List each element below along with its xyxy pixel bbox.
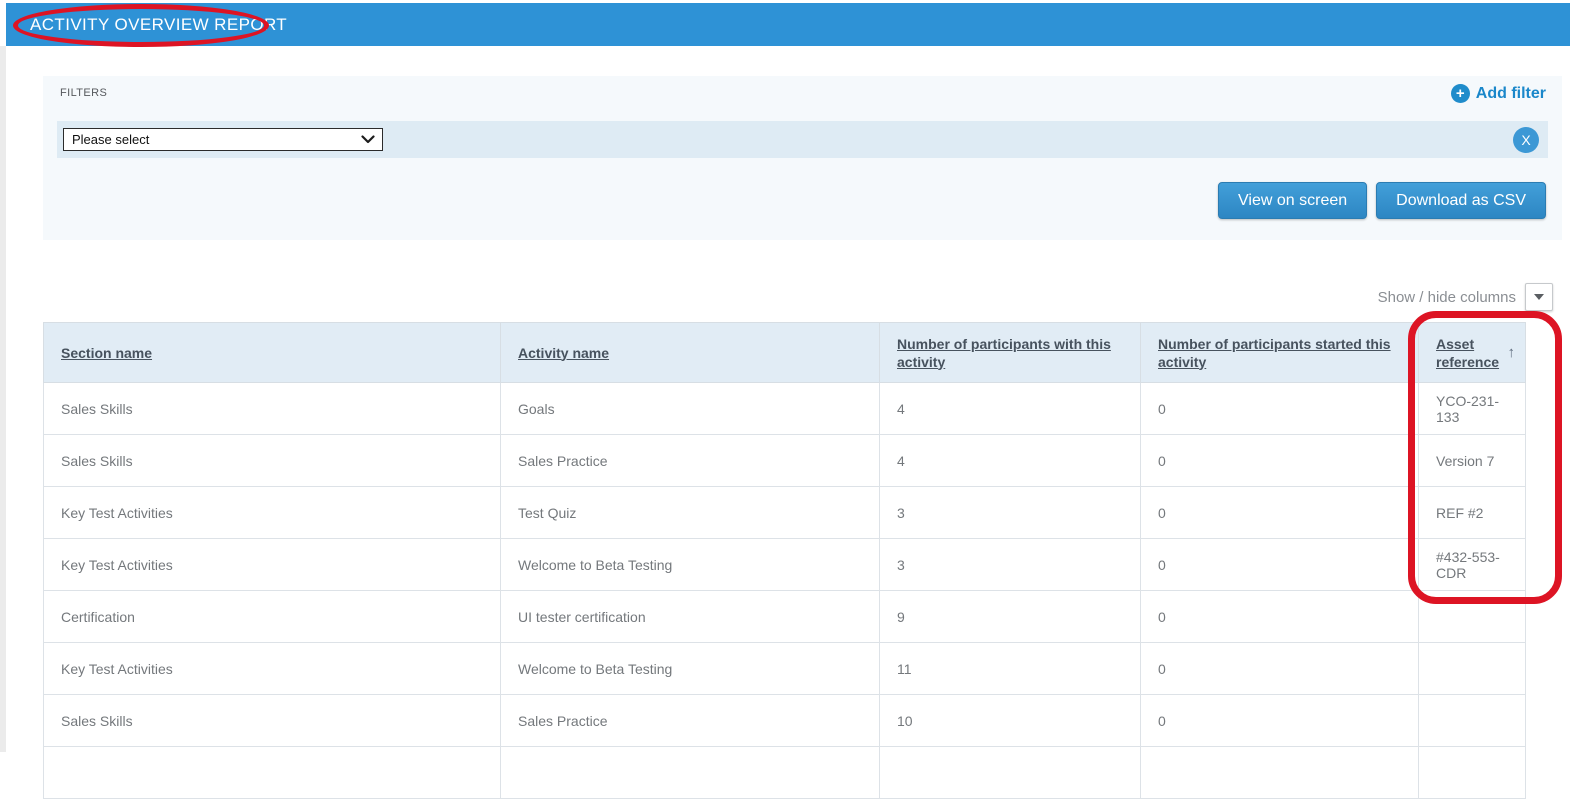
cell-participants-with: 4 (880, 383, 1141, 435)
show-hide-columns-dropdown[interactable] (1525, 283, 1553, 311)
add-filter-label: Add filter (1476, 85, 1546, 103)
cell-section-name: Key Test Activities (44, 487, 501, 539)
cell-section-name: Key Test Activities (44, 539, 501, 591)
cell-section-name (44, 747, 501, 799)
table-row: Key Test Activities Test Quiz 3 0 REF #2 (44, 487, 1526, 539)
cell-activity-name: UI tester certification (501, 591, 880, 643)
table-row: Certification UI tester certification 9 … (44, 591, 1526, 643)
cell-asset-reference (1419, 695, 1526, 747)
cell-participants-with: 3 (880, 487, 1141, 539)
activity-report-table: Section name Activity name Number of par… (43, 322, 1526, 799)
report-header-bar: ACTIVITY OVERVIEW REPORT (6, 3, 1570, 46)
filter-row: Please select X (57, 121, 1548, 158)
page-left-edge (0, 46, 6, 752)
column-header-section-name[interactable]: Section name (44, 323, 501, 383)
cell-participants-started: 0 (1141, 383, 1419, 435)
view-on-screen-button[interactable]: View on screen (1218, 182, 1367, 219)
table-body: Sales Skills Goals 4 0 YCO-231-133 Sales… (44, 383, 1526, 799)
cell-activity-name: Sales Practice (501, 695, 880, 747)
add-filter-button[interactable]: + Add filter (1451, 84, 1546, 103)
cell-activity-name: Goals (501, 383, 880, 435)
table-row: Sales Skills Goals 4 0 YCO-231-133 (44, 383, 1526, 435)
cell-asset-reference (1419, 747, 1526, 799)
table-row: Sales Skills Sales Practice 10 0 (44, 695, 1526, 747)
cell-activity-name: Welcome to Beta Testing (501, 539, 880, 591)
cell-asset-reference: REF #2 (1419, 487, 1526, 539)
cell-section-name: Sales Skills (44, 383, 501, 435)
table-row: Key Test Activities Welcome to Beta Test… (44, 643, 1526, 695)
column-header-participants-started[interactable]: Number of participants started this acti… (1141, 323, 1419, 383)
cell-participants-started: 0 (1141, 591, 1419, 643)
show-hide-columns-label: Show / hide columns (1378, 289, 1516, 306)
cell-activity-name: Welcome to Beta Testing (501, 643, 880, 695)
cell-participants-with: 10 (880, 695, 1141, 747)
filter-select-value: Please select (72, 132, 149, 147)
cell-section-name: Certification (44, 591, 501, 643)
plus-circle-icon: + (1451, 84, 1470, 103)
table-row: Sales Skills Sales Practice 4 0 Version … (44, 435, 1526, 487)
column-header-asset-reference[interactable]: Asset reference ↑ (1419, 323, 1526, 383)
cell-participants-with: 9 (880, 591, 1141, 643)
remove-filter-button[interactable]: X (1513, 127, 1539, 153)
cell-activity-name (501, 747, 880, 799)
cell-participants-started: 0 (1141, 643, 1419, 695)
report-actions: View on screen Download as CSV (1218, 182, 1546, 219)
filter-select[interactable]: Please select (63, 128, 383, 151)
cell-asset-reference (1419, 591, 1526, 643)
cell-asset-reference: #432-553-CDR (1419, 539, 1526, 591)
download-csv-button[interactable]: Download as CSV (1376, 182, 1546, 219)
cell-asset-reference: Version 7 (1419, 435, 1526, 487)
cell-activity-name: Test Quiz (501, 487, 880, 539)
cell-section-name: Key Test Activities (44, 643, 501, 695)
cell-participants-started (1141, 747, 1419, 799)
cell-participants-with: 4 (880, 435, 1141, 487)
cell-participants-started: 0 (1141, 487, 1419, 539)
column-header-activity-name[interactable]: Activity name (501, 323, 880, 383)
chevron-down-icon (361, 135, 375, 144)
cell-participants-with: 11 (880, 643, 1141, 695)
cell-participants-started: 0 (1141, 539, 1419, 591)
filters-section-label: FILTERS (60, 87, 107, 99)
table-header: Section name Activity name Number of par… (44, 323, 1526, 383)
cell-participants-started: 0 (1141, 435, 1419, 487)
cell-asset-reference (1419, 643, 1526, 695)
filters-panel: FILTERS + Add filter Please select X Vie… (43, 76, 1562, 240)
cell-section-name: Sales Skills (44, 435, 501, 487)
table-header-row: Section name Activity name Number of par… (44, 323, 1526, 383)
cell-participants-with: 3 (880, 539, 1141, 591)
page-title: ACTIVITY OVERVIEW REPORT (30, 3, 287, 46)
cell-section-name: Sales Skills (44, 695, 501, 747)
column-header-participants-with[interactable]: Number of participants with this activit… (880, 323, 1141, 383)
cell-asset-reference: YCO-231-133 (1419, 383, 1526, 435)
cell-participants-with (880, 747, 1141, 799)
sort-ascending-icon: ↑ (1508, 344, 1518, 362)
table-controls: Show / hide columns (1378, 283, 1553, 311)
x-icon: X (1521, 132, 1530, 148)
table-row: Key Test Activities Welcome to Beta Test… (44, 539, 1526, 591)
cell-participants-started: 0 (1141, 695, 1419, 747)
cell-activity-name: Sales Practice (501, 435, 880, 487)
table-row (44, 747, 1526, 799)
caret-down-icon (1534, 294, 1544, 300)
